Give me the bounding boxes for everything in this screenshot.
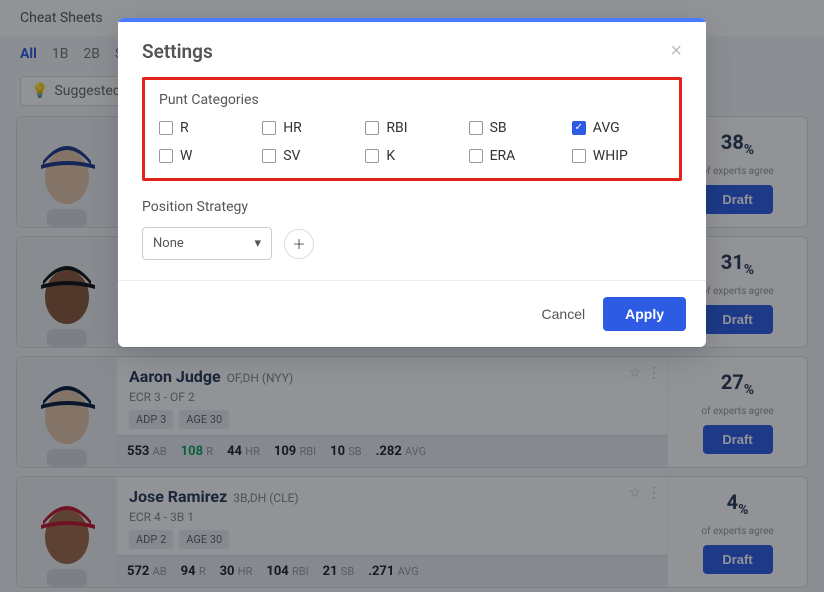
checkbox-icon [159,149,173,163]
checkbox-icon [159,121,173,135]
checkbox-label: ERA [490,148,516,164]
checkbox-icon [262,149,276,163]
close-icon[interactable]: × [670,40,682,63]
punt-check-era[interactable]: ERA [469,148,562,164]
modal-title: Settings [142,40,213,63]
checkbox-label: K [386,148,395,164]
checkbox-label: AVG [593,120,620,136]
settings-modal: Settings × Punt Categories R HR RBI SB AVG W S… [118,18,706,347]
checkbox-icon [262,121,276,135]
punt-check-avg[interactable]: AVG [572,120,665,136]
checkbox-icon [365,121,379,135]
select-value: None [153,236,184,251]
punt-check-rbi[interactable]: RBI [365,120,458,136]
checkbox-label: R [180,120,189,136]
punt-check-r[interactable]: R [159,120,252,136]
checkbox-icon [469,121,483,135]
checkbox-label: W [180,148,192,164]
checkbox-icon [365,149,379,163]
checkbox-label: WHIP [593,148,628,164]
punt-check-w[interactable]: W [159,148,252,164]
checkbox-icon [572,121,586,135]
add-strategy-button[interactable]: ＋ [284,229,314,259]
cancel-button[interactable]: Cancel [542,306,586,322]
punt-check-sv[interactable]: SV [262,148,355,164]
position-strategy-select[interactable]: None ▾ [142,227,272,260]
punt-categories-section: Punt Categories R HR RBI SB AVG W SV K ERA WHIP [142,77,682,181]
checkbox-icon [469,149,483,163]
position-strategy-section: Position Strategy None ▾ ＋ [142,199,682,260]
position-strategy-title: Position Strategy [142,199,682,215]
checkbox-label: SB [490,120,507,136]
punt-check-hr[interactable]: HR [262,120,355,136]
checkbox-label: RBI [386,120,407,136]
apply-button[interactable]: Apply [603,297,686,331]
punt-check-whip[interactable]: WHIP [572,148,665,164]
checkbox-icon [572,149,586,163]
checkbox-label: SV [283,148,300,164]
chevron-down-icon: ▾ [254,236,261,251]
punt-check-k[interactable]: K [365,148,458,164]
checkbox-label: HR [283,120,302,136]
punt-categories-title: Punt Categories [159,92,665,108]
punt-check-sb[interactable]: SB [469,120,562,136]
